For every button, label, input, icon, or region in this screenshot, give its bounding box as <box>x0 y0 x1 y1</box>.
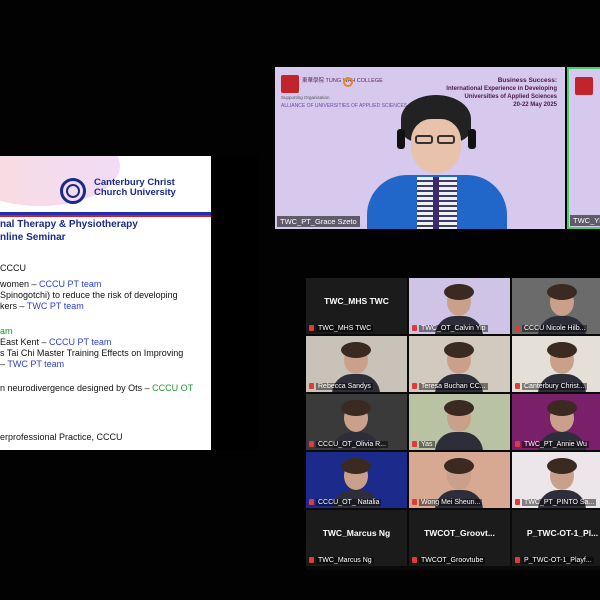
participant-name: TWC_Marcus Ng <box>316 557 374 564</box>
participant-name: TWC_PT_PINTO Sa... <box>522 499 597 506</box>
event-title-3: Universities of Applied Sciences <box>464 94 557 100</box>
mic-muted-icon <box>412 325 417 331</box>
participant-name: CCCU_OT_Olivia R... <box>316 441 389 448</box>
speaker-face <box>411 119 461 173</box>
mic-muted-icon <box>515 557 520 563</box>
participant-tile[interactable]: TWC_PT_Annie Wu <box>512 394 600 450</box>
mic-muted-icon <box>309 441 314 447</box>
event-title-2: International Experience in Developing <box>446 86 557 92</box>
participant-hair <box>547 400 577 416</box>
speaker-video-tile[interactable]: 東華學院 TUNG WAH COLLEGE Supporting Organis… <box>275 67 565 229</box>
shared-slide: Canterbury Christ Church University nal … <box>0 156 211 450</box>
slide-band-red <box>0 215 211 217</box>
participant-name: CCCU_OT_ Natalia <box>316 499 382 506</box>
mic-muted-icon <box>515 383 520 389</box>
participant-hair <box>547 342 577 358</box>
mic-muted-icon <box>515 499 520 505</box>
slide-subtitle: nline Seminar <box>0 232 66 243</box>
slide-line-8: – TWC PT team <box>0 359 65 369</box>
mic-muted-icon <box>309 325 314 331</box>
participant-hair <box>547 284 577 300</box>
participant-hair <box>341 400 371 416</box>
participant-name: Teresa Buchan CC... <box>419 383 488 390</box>
mic-muted-icon <box>309 383 314 389</box>
university-logo-text: Canterbury Christ Church University <box>94 177 176 198</box>
participant-tile[interactable]: CCCU Nicole Hilb... <box>512 278 600 334</box>
participant-name: Canterbury Christ... <box>522 383 587 390</box>
participant-hair <box>444 284 474 300</box>
participant-display-name: TWC_Marcus Ng <box>322 528 391 538</box>
slide-line-7: s Tai Chi Master Training Effects on Imp… <box>0 348 184 358</box>
college-logo-icon <box>281 75 299 93</box>
mic-muted-icon <box>515 441 520 447</box>
participant-tile[interactable]: Rebecca Sandys <box>306 336 407 392</box>
participant-tile[interactable]: Canterbury Christ... <box>512 336 600 392</box>
participant-name: P_TWC-OT-1_Playf... <box>522 557 594 564</box>
participant-name: Rebecca Sandys <box>316 383 373 390</box>
supporting-org-label: Supporting Organisation <box>281 95 330 100</box>
side-video-tile[interactable]: TWC_YP <box>567 67 600 229</box>
participant-name: TWC_MHS TWC <box>316 325 374 332</box>
participant-tile[interactable]: Teresa Buchan CC... <box>409 336 510 392</box>
participant-tile[interactable]: Wong Mei Sheun... <box>409 452 510 508</box>
mic-muted-icon <box>412 499 417 505</box>
slide-line-6: East Kent – CCCU PT team <box>0 337 112 347</box>
mic-muted-icon <box>309 557 314 563</box>
participant-tile[interactable]: TWCOT_Groovt... TWCOT_Groovtube <box>409 510 510 566</box>
participant-tile[interactable]: Yas <box>409 394 510 450</box>
participant-name: CCCU Nicole Hilb... <box>522 325 588 332</box>
participant-tile[interactable]: TWC_MHS TWC TWC_MHS TWC <box>306 278 407 334</box>
participant-tile[interactable]: CCCU_OT_Olivia R... <box>306 394 407 450</box>
slide-line-4: kers – TWC PT team <box>0 301 84 311</box>
speaker-lanyard <box>433 177 439 229</box>
participant-hair <box>444 458 474 474</box>
participant-hair <box>341 458 371 474</box>
participant-hair <box>444 342 474 358</box>
participant-hair <box>547 458 577 474</box>
mic-muted-icon <box>309 499 314 505</box>
slide-line-5: am <box>0 326 13 336</box>
participant-display-name: P_TWC-OT-1_Pl... <box>526 528 599 538</box>
participant-tile[interactable]: TWC_PT_PINTO Sa... <box>512 452 600 508</box>
participant-display-name: TWCOT_Groovt... <box>424 528 495 538</box>
side-tile-name: TWC_YP <box>570 215 600 226</box>
glasses-icon <box>415 135 457 145</box>
participant-name: Wong Mei Sheun... <box>419 499 483 506</box>
headset-right-icon <box>468 129 476 149</box>
slide-line-1: CCCU <box>0 263 26 273</box>
partner-logo-icon <box>343 77 353 87</box>
participant-tile[interactable]: CCCU_OT_ Natalia <box>306 452 407 508</box>
participant-name: TWC_PT_Annie Wu <box>522 441 589 448</box>
participant-tile[interactable]: TWC_Marcus Ng TWC_Marcus Ng <box>306 510 407 566</box>
slide-line-2: women – CCCU PT team <box>0 279 102 289</box>
mic-muted-icon <box>412 441 417 447</box>
mic-muted-icon <box>412 383 417 389</box>
speaker-name-tag: TWC_PT_Grace Szeto <box>277 216 360 227</box>
participant-hair <box>444 400 474 416</box>
university-logo-inner-icon <box>66 184 80 198</box>
participant-tile[interactable]: P_TWC-OT-1_Pl... P_TWC-OT-1_Playf... <box>512 510 600 566</box>
participant-name: TWC_OT_Calvin Yip <box>419 325 488 332</box>
participant-gallery: TWC_MHS TWC TWC_MHS TWC TWC_OT_Calvin Yip… <box>306 278 600 570</box>
participant-hair <box>341 342 371 358</box>
slide-line-10: erprofessional Practice, CCCU <box>0 432 123 442</box>
slide-line-3: Spinogotchi) to reduce the risk of devel… <box>0 290 178 300</box>
slide-line-9: n neurodivergence designed by Ots – CCCU… <box>0 383 194 393</box>
slide-title: nal Therapy & Physiotherapy <box>0 219 138 230</box>
mic-muted-icon <box>515 325 520 331</box>
participant-torso <box>435 432 483 450</box>
mic-muted-icon <box>412 557 417 563</box>
slide-black-strip <box>211 156 258 450</box>
participant-display-name: TWC_MHS TWC <box>324 296 389 306</box>
participant-name: Yas <box>419 441 435 448</box>
side-college-logo-icon <box>575 77 593 95</box>
participant-tile[interactable]: TWC_OT_Calvin Yip <box>409 278 510 334</box>
event-title-1: Business Success: <box>497 77 557 84</box>
participant-name: TWCOT_Groovtube <box>419 557 486 564</box>
headset-left-icon <box>397 129 405 149</box>
alliance-name: ALLIANCE OF UNIVERSITIES OF APPLIED SCIE… <box>281 103 408 109</box>
